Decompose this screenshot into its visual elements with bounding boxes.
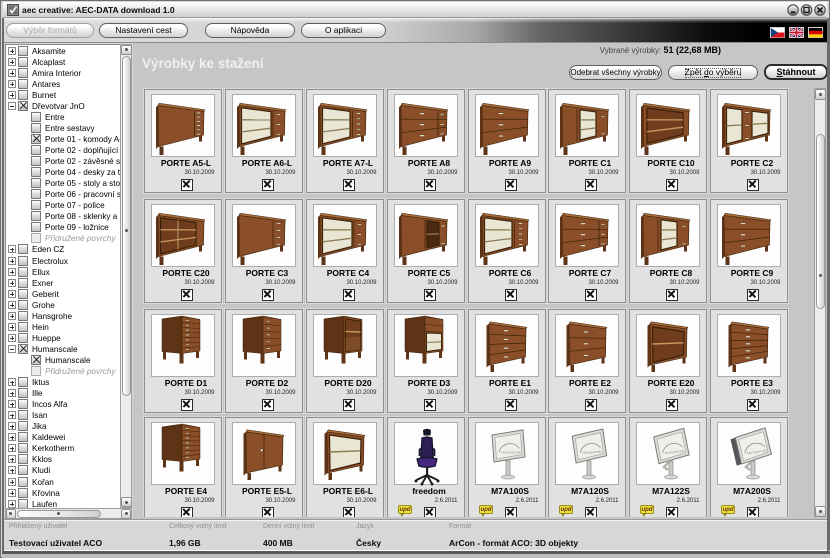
svg-text:Humanscale: Humanscale [501, 451, 521, 455]
